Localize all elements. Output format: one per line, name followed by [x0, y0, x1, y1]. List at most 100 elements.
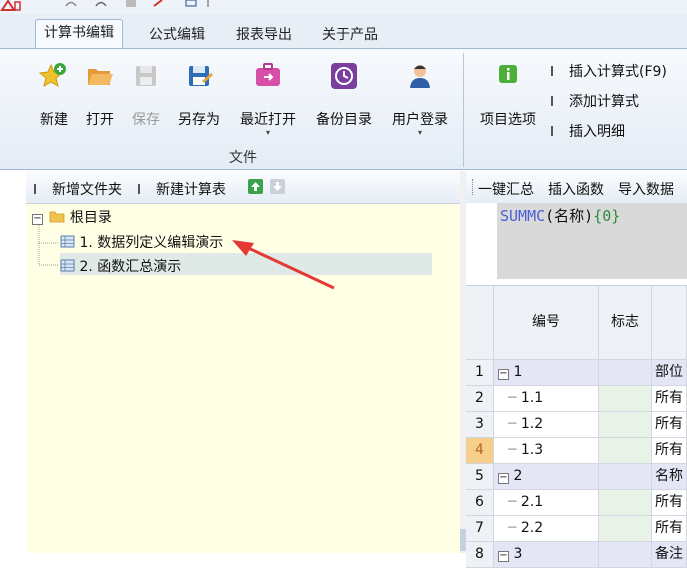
- new-folder-icon: [34, 184, 50, 194]
- recent-dropdown-arrow[interactable]: ▾: [236, 129, 300, 137]
- collapse-toggle-icon[interactable]: −: [32, 214, 43, 225]
- row-desc-cell[interactable]: 所有: [652, 438, 687, 464]
- row-desc-cell[interactable]: 所有: [652, 412, 687, 438]
- tree-item[interactable]: 1. 数据列定义编辑演示: [60, 232, 223, 252]
- one-click-summary-button[interactable]: 一键汇总: [478, 179, 534, 199]
- tree-item-label: 2. 函数汇总演示: [79, 259, 182, 275]
- row-code: 2.1: [520, 494, 544, 510]
- customize-qat-icon[interactable]: [206, 0, 214, 8]
- tree-root[interactable]: − 根目录: [32, 207, 112, 227]
- row-number-current[interactable]: 4: [466, 438, 494, 464]
- user-dropdown-arrow[interactable]: ▾: [388, 129, 452, 137]
- row-number[interactable]: 8: [466, 542, 494, 568]
- row-flag-cell[interactable]: [599, 438, 652, 464]
- formula-editor[interactable]: SUMMC(名称){0}: [497, 203, 687, 279]
- row-code-cell[interactable]: − 1: [494, 360, 599, 386]
- row-code-cell[interactable]: ─ 1.3: [494, 438, 599, 464]
- file-group-label: 文件: [229, 150, 257, 166]
- new-calc-table-button[interactable]: 新建计算表: [138, 179, 226, 199]
- tab-about-product[interactable]: 关于产品: [314, 22, 386, 48]
- undo-icon[interactable]: [64, 0, 78, 8]
- save-as-icon: [189, 66, 213, 86]
- formula-gutter: [466, 203, 497, 285]
- row-code-cell[interactable]: − 2: [494, 464, 599, 490]
- tree-branch: ─: [508, 520, 521, 536]
- add-formula-button[interactable]: 添加计算式: [551, 91, 639, 111]
- row-desc-cell[interactable]: 所有: [652, 516, 687, 542]
- user-login-label: 用户登录: [392, 112, 448, 128]
- row-desc-cell[interactable]: 名称: [652, 464, 687, 490]
- row-number[interactable]: 5: [466, 464, 494, 490]
- redo-icon[interactable]: [94, 0, 108, 8]
- row-desc-cell[interactable]: 所有: [652, 386, 687, 412]
- row-desc-cell[interactable]: 部位: [652, 360, 687, 386]
- row-flag-cell[interactable]: [599, 386, 652, 412]
- row-flag-cell[interactable]: [599, 412, 652, 438]
- formula-args: (名称): [545, 207, 594, 225]
- user-login-button[interactable]: 用户登录 ▾: [388, 61, 452, 137]
- expand-toggle-icon[interactable]: −: [498, 473, 509, 484]
- row-code-cell[interactable]: ─ 1.2: [494, 412, 599, 438]
- header-flag[interactable]: 标志: [599, 286, 652, 360]
- close-file-icon[interactable]: [152, 0, 166, 8]
- row-code: 2: [513, 468, 523, 484]
- print-icon[interactable]: [184, 0, 198, 8]
- expand-toggle-icon[interactable]: −: [498, 369, 509, 380]
- row-flag-cell[interactable]: [599, 464, 652, 490]
- project-options-button[interactable]: 项目选项: [475, 61, 541, 129]
- move-down-icon[interactable]: [270, 179, 285, 194]
- import-data-button[interactable]: 导入数据: [618, 179, 674, 199]
- row-desc-cell[interactable]: 所有: [652, 490, 687, 516]
- row-number[interactable]: 7: [466, 516, 494, 542]
- header-code[interactable]: 编号: [494, 286, 599, 360]
- row-number[interactable]: 6: [466, 490, 494, 516]
- row-desc-cell[interactable]: 备注: [652, 542, 687, 568]
- save-button[interactable]: 保存: [118, 61, 174, 129]
- recent-open-label: 最近打开: [240, 112, 296, 128]
- backup-dir-button[interactable]: 备份目录: [312, 61, 376, 129]
- detail-arrow-icon: [551, 126, 567, 136]
- annotation-arrow: [232, 240, 335, 290]
- save-icon[interactable]: [124, 0, 138, 8]
- insert-arrow-icon: [551, 66, 567, 76]
- tree-branch: ─: [508, 390, 521, 406]
- grid-corner: [466, 286, 494, 360]
- tab-formula-edit[interactable]: 公式编辑: [141, 22, 213, 48]
- row-code: 1: [513, 364, 523, 380]
- insert-formula-label: 插入计算式(F9): [569, 64, 667, 80]
- new-star-icon: [38, 63, 66, 88]
- tree-item[interactable]: 2. 函数汇总演示: [60, 256, 181, 276]
- row-flag-cell[interactable]: [599, 360, 652, 386]
- save-disk-icon: [136, 66, 156, 86]
- row-code-cell[interactable]: ─ 1.1: [494, 386, 599, 412]
- row-code-cell[interactable]: ─ 2.1: [494, 490, 599, 516]
- row-code-cell[interactable]: ─ 2.2: [494, 516, 599, 542]
- row-code-cell[interactable]: − 3: [494, 542, 599, 568]
- row-number[interactable]: 2: [466, 386, 494, 412]
- row-code: 1.1: [520, 390, 544, 406]
- formula-brace: {0}: [593, 207, 621, 225]
- formula-function: SUMMC: [500, 207, 546, 225]
- move-up-icon[interactable]: [248, 179, 263, 194]
- header-desc[interactable]: [652, 286, 687, 360]
- tab-report-export[interactable]: 报表导出: [228, 22, 300, 48]
- insert-detail-button[interactable]: 插入明细: [551, 121, 625, 141]
- row-flag-cell[interactable]: [599, 516, 652, 542]
- save-as-button[interactable]: 另存为: [171, 61, 227, 129]
- tree-branch: ─: [508, 416, 521, 432]
- project-tree-pane: [26, 171, 461, 553]
- insert-formula-button[interactable]: 插入计算式(F9): [551, 61, 667, 81]
- row-flag-cell[interactable]: [599, 542, 652, 568]
- row-number[interactable]: 3: [466, 412, 494, 438]
- info-icon: [499, 65, 517, 83]
- tree-branch: ─: [508, 494, 521, 510]
- row-code: 1.3: [520, 442, 544, 458]
- row-flag-cell[interactable]: [599, 490, 652, 516]
- folder-icon: [50, 211, 65, 223]
- row-number[interactable]: 1: [466, 360, 494, 386]
- app-logo-icon: [0, 0, 21, 11]
- insert-function-button[interactable]: 插入函数: [548, 179, 604, 199]
- recent-open-button[interactable]: 最近打开 ▾: [236, 61, 300, 137]
- tab-calc-book-edit[interactable]: 计算书编辑: [35, 19, 123, 49]
- new-folder-button[interactable]: 新增文件夹: [34, 179, 122, 199]
